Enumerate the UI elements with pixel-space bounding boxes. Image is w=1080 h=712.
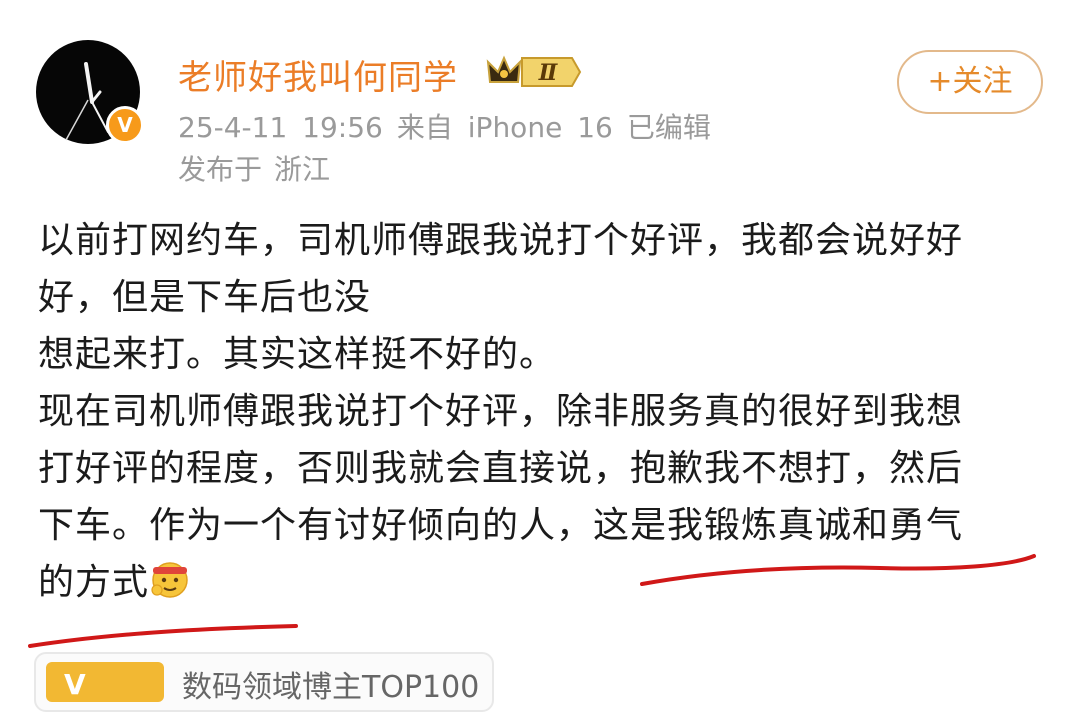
post-location: 发布于 浙江 [178, 148, 342, 188]
post-line-last: 的方式 [38, 554, 1048, 611]
post-source: 来自 iPhone 16 [396, 111, 613, 144]
post-line: 想起来打。其实这样挺不好的。 [38, 334, 557, 375]
username[interactable]: 老师好我叫何同学 [178, 50, 458, 99]
post-line: 以前打网约车，司机师傅跟我说打个好评，我都会说好好 [38, 220, 964, 261]
rank-tag: V [46, 662, 164, 702]
follow-button[interactable]: +关注 [897, 50, 1043, 114]
rank-tag-letter: V [64, 668, 86, 701]
verified-badge-icon: V [106, 106, 144, 144]
rank-card-text: 数码领域博主TOP100 [182, 670, 480, 705]
edited-label[interactable]: 已编辑 [627, 111, 711, 144]
post-line: 好，但是下车后也没 [38, 277, 372, 318]
post-line: 打好评的程度，否则我就会直接说，抱歉我不想打，然后 [38, 448, 964, 489]
post-body: 以前打网约车，司机师傅跟我说打个好评，我都会说好好 好，但是下车后也没 想起来打… [38, 212, 1048, 611]
post-meta: 25-4-11 19:56 来自 iPhone 16 已编辑 [178, 106, 725, 146]
post-line: 现在司机师傅跟我说打个好评，除非服务真的很好到我想 [38, 391, 964, 432]
location-name: 浙江 [274, 153, 331, 186]
location-prefix: 发布于 [178, 153, 263, 186]
effort-emoji-icon [151, 562, 188, 598]
crown-member-icon: Ⅱ [486, 55, 582, 87]
member-level-text: Ⅱ [538, 60, 559, 86]
post-date: 25-4-11 19:56 [178, 111, 383, 144]
post-line: 下车。作为一个有讨好倾向的人，这是我锻炼真诚和勇气 [38, 505, 964, 546]
blogger-rank-card[interactable]: V 数码领域博主TOP100 [34, 652, 494, 712]
post-line: 的方式 [38, 562, 150, 603]
